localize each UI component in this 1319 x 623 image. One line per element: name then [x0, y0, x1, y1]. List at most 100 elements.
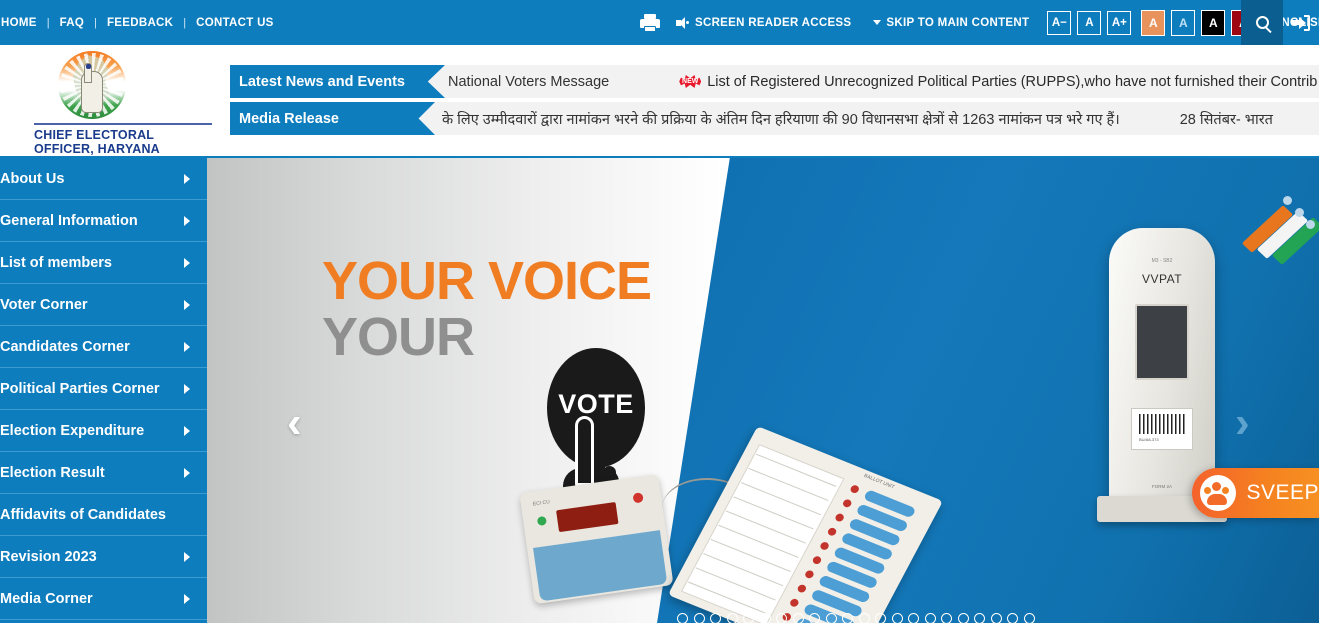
carousel-dot[interactable]: [809, 613, 820, 623]
carousel-dot[interactable]: [825, 613, 837, 623]
page-root: HOME | FAQ | FEEDBACK | CONTACT US SCREE…: [0, 0, 1319, 623]
font-normal-button[interactable]: A: [1077, 10, 1102, 35]
printer-icon[interactable]: [640, 13, 660, 32]
carousel-dot[interactable]: [957, 613, 969, 623]
font-increase-button[interactable]: A+: [1107, 10, 1132, 35]
top-nav-faq[interactable]: FAQ: [50, 17, 95, 29]
ticker-item-text: के लिए उम्मीदवारों द्वारा नामांकन भरने क…: [442, 111, 1120, 128]
carousel-dots[interactable]: [677, 613, 1035, 623]
sidebar-item-revision-2023[interactable]: Revision 2023: [0, 536, 207, 578]
sidebar-item-media-corner[interactable]: Media Corner: [0, 578, 207, 620]
sidebar-item-election-expenditure[interactable]: Election Expenditure: [0, 410, 207, 452]
ticker-item[interactable]: NEW List of Registered Unrecognized Poli…: [679, 74, 1317, 90]
sveep-label: SVEEP: [1246, 481, 1319, 504]
carousel-slogan: YOUR VOICE YOUR: [322, 253, 682, 365]
carousel-dot[interactable]: [891, 613, 903, 623]
vvpat-barcode-number: BU/A8-373: [1139, 437, 1159, 442]
sidebar-item-label: List of members: [0, 254, 112, 271]
ticker-item[interactable]: 28 सितंबर- भारत: [1180, 109, 1273, 129]
screen-reader-label: SCREEN READER ACCESS: [695, 16, 852, 29]
top-utility-bar: HOME | FAQ | FEEDBACK | CONTACT US SCREE…: [0, 0, 1319, 45]
theme-orange-button[interactable]: A: [1141, 9, 1166, 36]
main-sidebar-menu: About Us General Information List of mem…: [0, 158, 207, 623]
sidebar-item-label: Voter Corner: [0, 296, 88, 313]
sidebar-item-voter-corner[interactable]: Voter Corner: [0, 284, 207, 326]
sidebar-item-political-parties-corner[interactable]: Political Parties Corner: [0, 368, 207, 410]
top-nav-feedback[interactable]: FEEDBACK: [97, 17, 183, 29]
sidebar-item-label: Election Expenditure: [0, 422, 145, 439]
carousel-dot[interactable]: [924, 613, 936, 623]
sidebar-item-label: About Us: [0, 170, 65, 187]
vvpat-label: VVPAT: [1141, 272, 1183, 286]
top-nav-links: HOME | FAQ | FEEDBACK | CONTACT US: [0, 0, 284, 45]
carousel-next-button[interactable]: ›: [1235, 401, 1250, 445]
media-release-track: के लिए उम्मीदवारों द्वारा नामांकन भरने क…: [420, 102, 1319, 135]
carousel-prev-button[interactable]: ‹: [287, 401, 302, 445]
logo-text: CHIEF ELECTORAL OFFICER, HARYANA: [34, 123, 212, 156]
sidebar-item-election-result[interactable]: Election Result: [0, 452, 207, 494]
ticker-item[interactable]: National Voters Message: [448, 74, 609, 90]
carousel-dot[interactable]: [710, 613, 721, 623]
carousel-dot[interactable]: [941, 613, 952, 623]
top-nav-contact-us[interactable]: CONTACT US: [186, 17, 284, 29]
theme-blue-button[interactable]: A: [1171, 9, 1196, 36]
ticker-item-text: 28 सितंबर- भारत: [1179, 111, 1273, 128]
font-decrease-button[interactable]: A−: [1047, 10, 1072, 35]
carousel-dot[interactable]: [743, 613, 754, 623]
site-logo[interactable]: CHIEF ELECTORAL OFFICER, HARYANA: [22, 51, 212, 156]
ticker-row-media-release: के लिए उम्मीदवारों द्वारा नामांकन भरने क…: [230, 102, 1319, 135]
carousel-dot[interactable]: [858, 613, 870, 623]
skip-label: SKIP TO MAIN CONTENT: [886, 16, 1030, 29]
carousel-dot[interactable]: [677, 613, 688, 623]
sidebar-item-label: Candidates Corner: [0, 338, 130, 355]
font-size-controls: A− A A+: [1047, 10, 1132, 35]
carousel-dot[interactable]: [990, 613, 1002, 623]
ticker-row-latest-news: National Voters Message NEW List of Regi…: [230, 65, 1319, 98]
chevron-right-icon: [184, 257, 190, 268]
carousel-dot[interactable]: [693, 613, 705, 623]
login-icon: [1292, 14, 1310, 31]
ticker-item-text: National Voters Message: [448, 73, 610, 90]
carousel-dot[interactable]: [726, 613, 738, 623]
carousel-dot[interactable]: [1023, 613, 1035, 623]
sidebar-item-label: Revision 2023: [0, 548, 97, 565]
logo-line-2: OFFICER, HARYANA: [34, 142, 160, 156]
chevron-right-icon: [184, 383, 190, 394]
search-button[interactable]: [1241, 0, 1283, 45]
sidebar-item-label: Political Parties Corner: [0, 380, 160, 397]
screen-reader-access-button[interactable]: SCREEN READER ACCESS: [676, 16, 852, 29]
login-button[interactable]: [1283, 0, 1319, 45]
carousel-dot[interactable]: [759, 613, 771, 623]
carousel-dot[interactable]: [875, 613, 886, 623]
slogan-line-1: YOUR VOICE: [322, 251, 652, 311]
ticker-item[interactable]: के लिए उम्मीदवारों द्वारा नामांकन भरने क…: [442, 109, 1120, 129]
sveep-floating-button[interactable]: SVEEP: [1192, 468, 1319, 518]
carousel-dot[interactable]: [842, 613, 853, 623]
theme-black-button[interactable]: A: [1201, 9, 1226, 36]
theme-contrast-controls: A A A A: [1141, 9, 1256, 36]
chevron-down-icon: [873, 20, 882, 25]
carousel-dot[interactable]: [1007, 613, 1018, 623]
hero-carousel[interactable]: YOUR VOICE YOUR VOTE ECI CU BALLOT UNIT: [207, 158, 1319, 623]
sidebar-item-label: Affidavits of Candidates: [0, 506, 166, 523]
carousel-dot[interactable]: [908, 613, 919, 623]
media-release-label[interactable]: Media Release: [230, 102, 435, 135]
carousel-dot[interactable]: [792, 613, 804, 623]
carousel-dot[interactable]: [974, 613, 985, 623]
vvpat-model-text: M3 - SB2: [1151, 258, 1173, 264]
sidebar-item-about-us[interactable]: About Us: [0, 158, 207, 200]
news-ticker-block: National Voters Message NEW List of Regi…: [230, 65, 1319, 141]
site-header: CHIEF ELECTORAL OFFICER, HARYANA Nationa…: [0, 45, 1319, 158]
sidebar-item-affidavits-of-candidates[interactable]: Affidavits of Candidates: [0, 494, 207, 536]
top-nav-home[interactable]: HOME: [0, 17, 47, 29]
top-accessibility-tools: SCREEN READER ACCESS SKIP TO MAIN CONTEN…: [640, 0, 1319, 45]
latest-news-and-events-label[interactable]: Latest News and Events: [230, 65, 445, 98]
sidebar-item-general-information[interactable]: General Information: [0, 200, 207, 242]
sidebar-item-label: Media Corner: [0, 590, 93, 607]
vote-label: VOTE: [558, 388, 634, 419]
chevron-right-icon: [184, 173, 190, 184]
sidebar-item-list-of-members[interactable]: List of members: [0, 242, 207, 284]
skip-to-main-content-button[interactable]: SKIP TO MAIN CONTENT: [873, 17, 1029, 29]
carousel-dot[interactable]: [776, 613, 787, 623]
sidebar-item-candidates-corner[interactable]: Candidates Corner: [0, 326, 207, 368]
